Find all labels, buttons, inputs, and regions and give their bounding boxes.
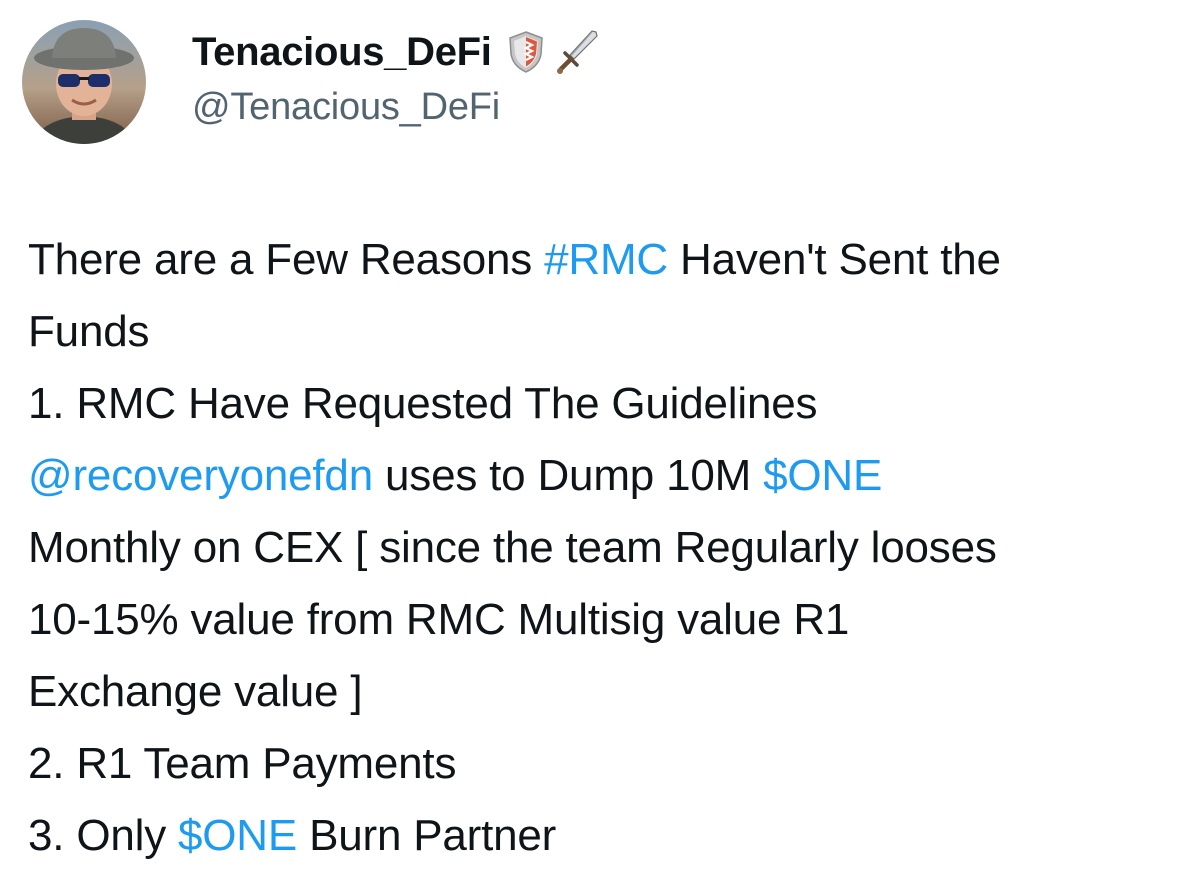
shield-icon (506, 30, 546, 74)
tweet-line-1: There are a Few Reasons #RMC Haven't Sen… (28, 224, 1200, 296)
avatar-image (22, 20, 146, 144)
text-segment: Haven't Sent the (668, 235, 1001, 284)
tweet-line-9: 3. Only $ONE Burn Partner (28, 800, 1200, 872)
handle[interactable]: @Tenacious_DeFi (192, 84, 600, 130)
tweet-line-2: Funds (28, 307, 150, 356)
tweet-line-4: @recoveryonefdn uses to Dump 10M $ONE (28, 440, 1200, 512)
text-segment: Burn Partner (297, 811, 557, 860)
cashtag-link[interactable]: $ONE (178, 811, 297, 860)
tweet-line-5: Monthly on CEX [ since the team Regularl… (28, 523, 997, 572)
hashtag-link[interactable]: #RMC (544, 235, 668, 284)
tweet-line-7: Exchange value ] (28, 667, 363, 716)
display-name[interactable]: Tenacious_DeFi (192, 28, 492, 76)
sword-icon (556, 29, 600, 75)
author-names: Tenacious_DeFi @Tenacious_DeFi (192, 28, 600, 130)
text-segment: There are a Few Reasons (28, 235, 545, 284)
tweet-line-3: 1. RMC Have Requested The Guidelines (28, 379, 818, 428)
text-segment: uses to Dump 10M (372, 451, 764, 500)
tweet-text: There are a Few Reasons #RMC Haven't Sen… (28, 224, 1200, 872)
tweet-line-8: 2. R1 Team Payments (28, 739, 457, 788)
text-segment: 3. Only (28, 811, 179, 860)
tweet-header: Tenacious_DeFi @Tenacious_DeFi (22, 20, 600, 144)
tweet-line-6: 10-15% value from RMC Multisig value R1 (28, 595, 850, 644)
cashtag-link[interactable]: $ONE (763, 451, 882, 500)
mention-link[interactable]: @recoveryonefdn (28, 451, 373, 500)
avatar[interactable] (22, 20, 146, 144)
tweet: Tenacious_DeFi @Tenacious_DeFi There are… (0, 0, 1200, 887)
display-name-row: Tenacious_DeFi (192, 28, 600, 76)
